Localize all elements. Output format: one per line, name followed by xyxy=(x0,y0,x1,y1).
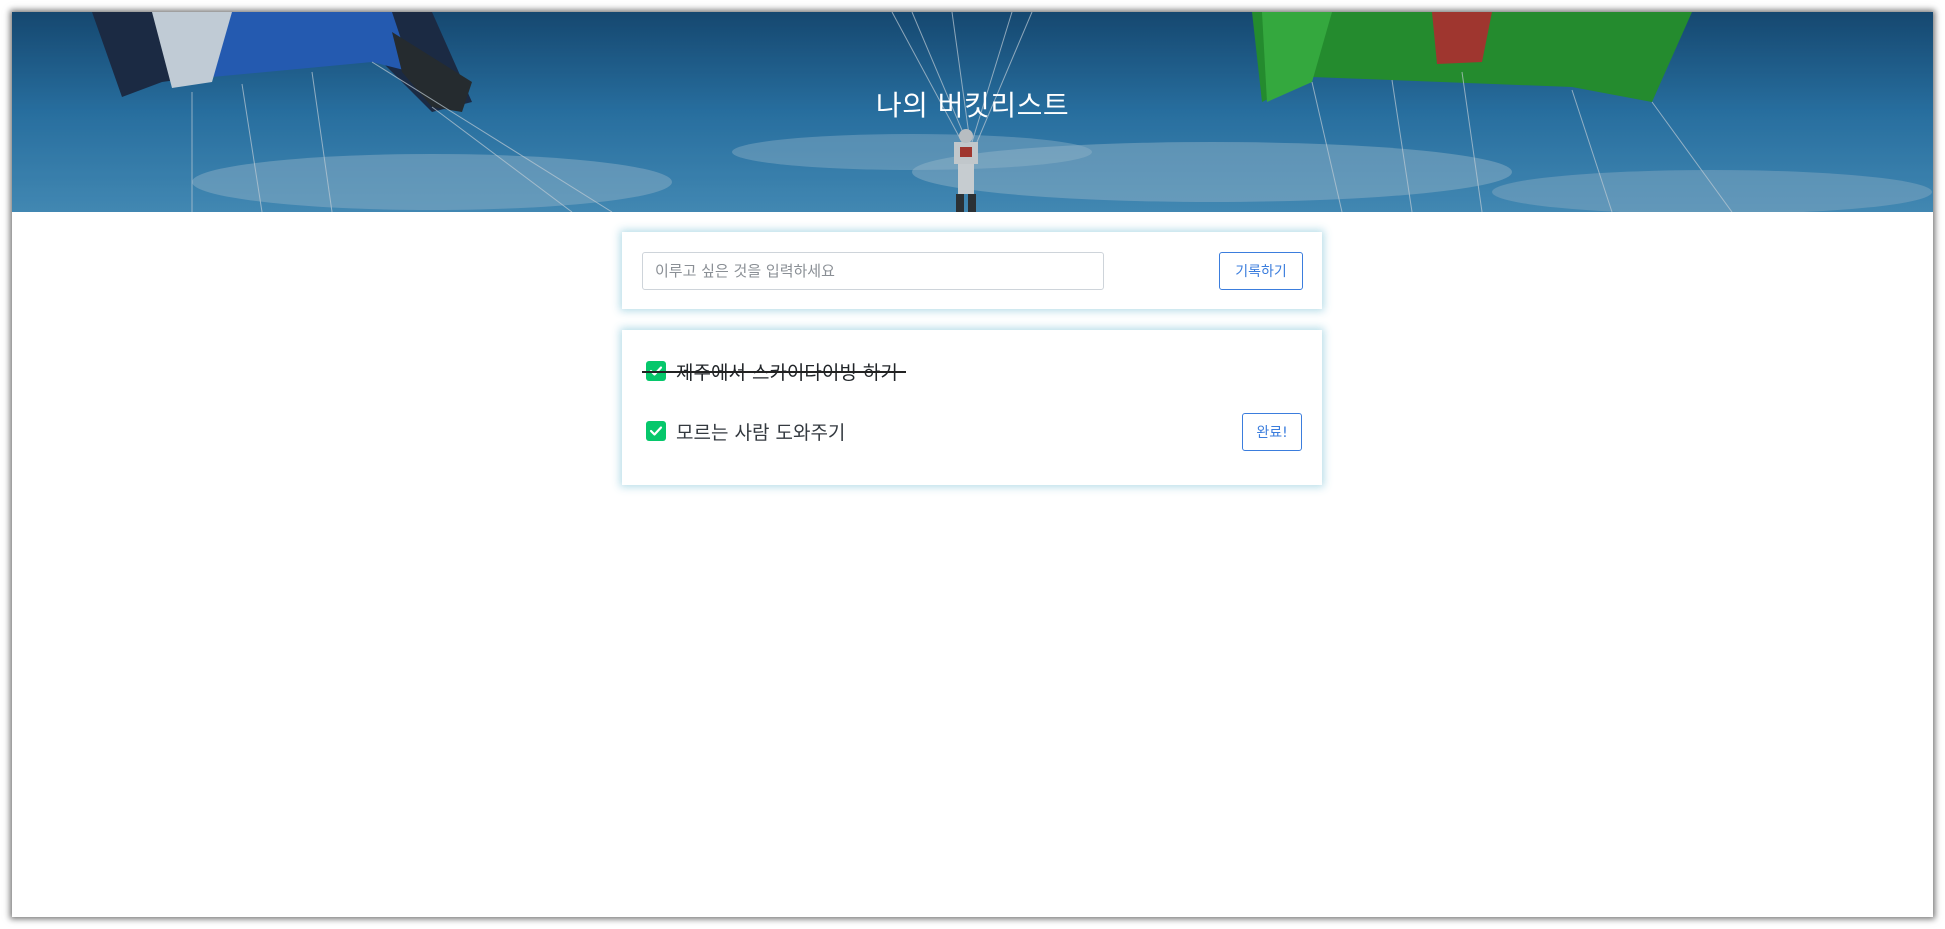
bucket-input[interactable] xyxy=(642,252,1104,290)
header-banner: 나의 버킷리스트 xyxy=(12,12,1933,212)
check-icon xyxy=(646,421,666,441)
list-item-text: 모르는 사람 도와주기 xyxy=(676,421,846,444)
bucket-list-card: 제주에서 스카이다이빙 하기 모르는 사람 도와주기 완료! xyxy=(622,330,1322,485)
save-button[interactable]: 기록하기 xyxy=(1219,252,1303,290)
list-item: 제주에서 스카이다이빙 하기 xyxy=(642,356,906,386)
bucket-input-card: 기록하기 xyxy=(622,232,1322,309)
strikethrough-line xyxy=(642,371,906,373)
page-title: 나의 버킷리스트 xyxy=(875,89,1070,122)
done-button[interactable]: 완료! xyxy=(1242,413,1302,451)
app-window: 나의 버킷리스트 기록하기 제주에서 스카이다이빙 하기 모르는 사람 도와주기… xyxy=(12,12,1933,917)
list-item: 모르는 사람 도와주기 xyxy=(642,416,845,446)
